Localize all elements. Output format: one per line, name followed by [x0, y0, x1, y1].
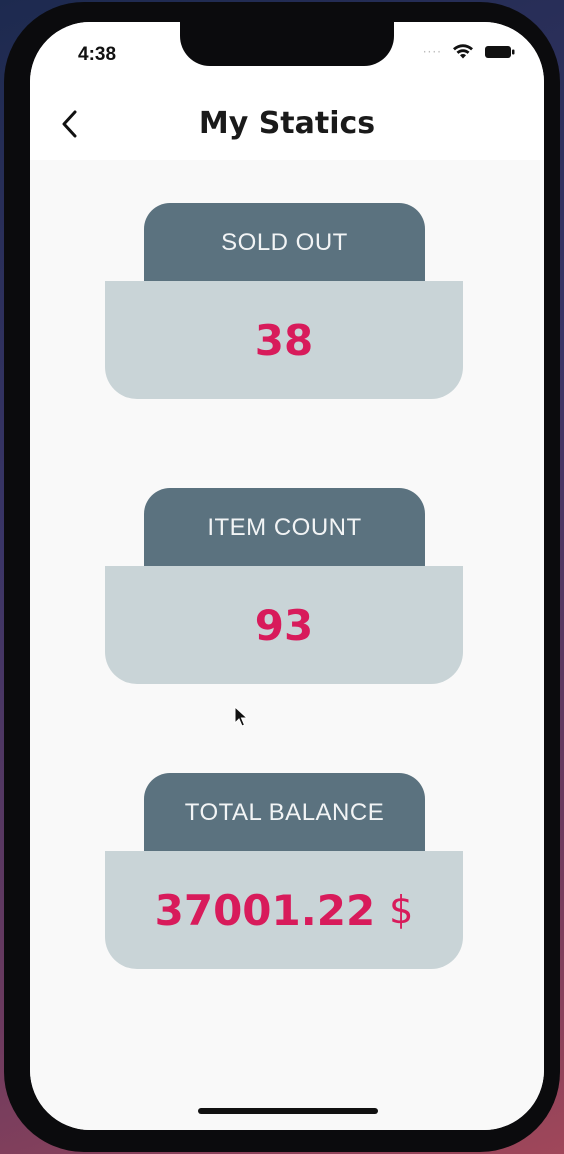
phone-frame: 4:38 ···· My Statics SOLD OUT 38 ITEM CO… — [4, 2, 560, 1152]
stat-card-label: TOTAL BALANCE — [144, 773, 425, 853]
stat-card-value: 38 — [254, 315, 314, 365]
stat-card-value: 37001.22 — [154, 885, 376, 935]
page-title: My Statics — [198, 106, 376, 141]
battery-icon — [485, 46, 515, 58]
signal-dots-icon: ···· — [422, 45, 442, 59]
chevron-left-icon — [62, 110, 77, 138]
stat-card-label: SOLD OUT — [144, 203, 425, 283]
back-button[interactable] — [52, 106, 88, 142]
stats-content: SOLD OUT 38 ITEM COUNT 93 TOTAL BALANCE … — [30, 160, 544, 1130]
status-bar: 4:38 ···· — [30, 22, 544, 92]
app-screen: 4:38 ···· My Statics SOLD OUT 38 ITEM CO… — [30, 22, 544, 1130]
mouse-pointer-icon — [234, 706, 248, 727]
currency-unit: $ — [389, 888, 414, 932]
stat-card-body: 37001.22 $ — [105, 851, 463, 969]
status-time: 4:38 — [78, 44, 117, 65]
device-notch — [180, 22, 394, 66]
stat-card-sold-out: SOLD OUT 38 — [105, 203, 463, 401]
wifi-icon — [453, 44, 473, 59]
stat-card-body: 93 — [105, 566, 463, 684]
status-icons: ···· — [423, 44, 516, 60]
home-indicator[interactable] — [198, 1108, 378, 1114]
stat-card-total-balance: TOTAL BALANCE 37001.22 $ — [105, 773, 463, 971]
stat-card-body: 38 — [105, 281, 463, 399]
stat-card-value: 93 — [254, 600, 314, 650]
stat-card-item-count: ITEM COUNT 93 — [105, 488, 463, 686]
stat-card-label: ITEM COUNT — [144, 488, 425, 568]
navigation-bar: My Statics — [30, 92, 544, 160]
